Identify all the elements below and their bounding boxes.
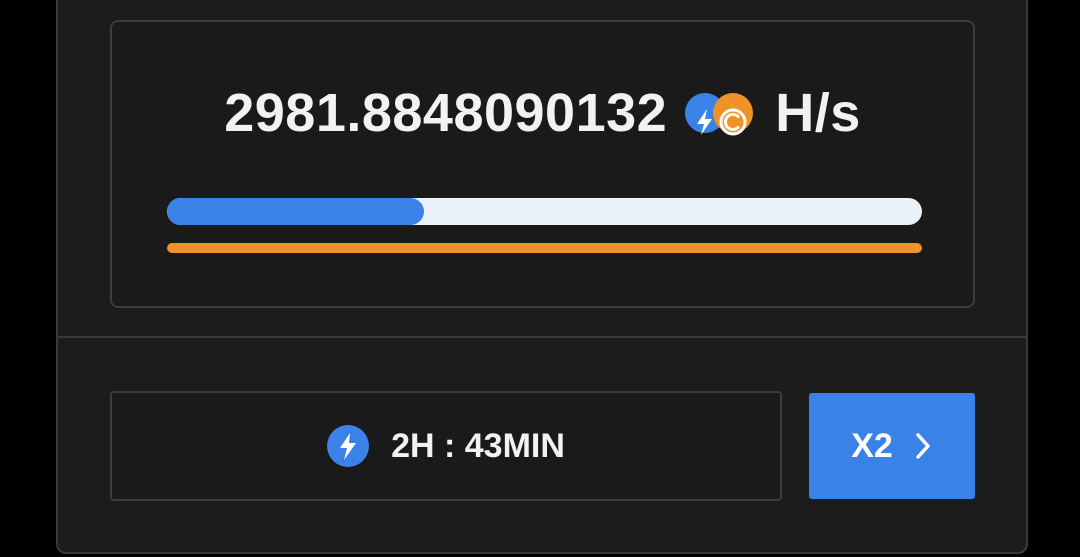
hashrate-value: 2981.8848090132: [224, 83, 668, 143]
boost-button-label: X2: [851, 426, 893, 465]
hashrate-row: 2981.8848090132 H/s: [112, 82, 973, 144]
hashrate-card: 2981.8848090132 H/s: [110, 20, 975, 308]
bolt-icon: [327, 425, 370, 467]
boost-timer: 2H : 43MIN: [110, 391, 782, 501]
coin-pair-icon: [685, 91, 761, 136]
mining-progress-fill: [167, 198, 424, 225]
currency-coin-icon: [713, 93, 754, 136]
hashrate-unit: H/s: [775, 83, 861, 143]
section-divider: [58, 336, 1026, 338]
mining-progress-bar: [167, 198, 922, 225]
x2-boost-button[interactable]: X2: [809, 393, 975, 499]
reward-bar: [167, 243, 922, 253]
boost-time-remaining: 2H : 43MIN: [391, 426, 565, 465]
chevron-right-icon: [913, 431, 933, 461]
